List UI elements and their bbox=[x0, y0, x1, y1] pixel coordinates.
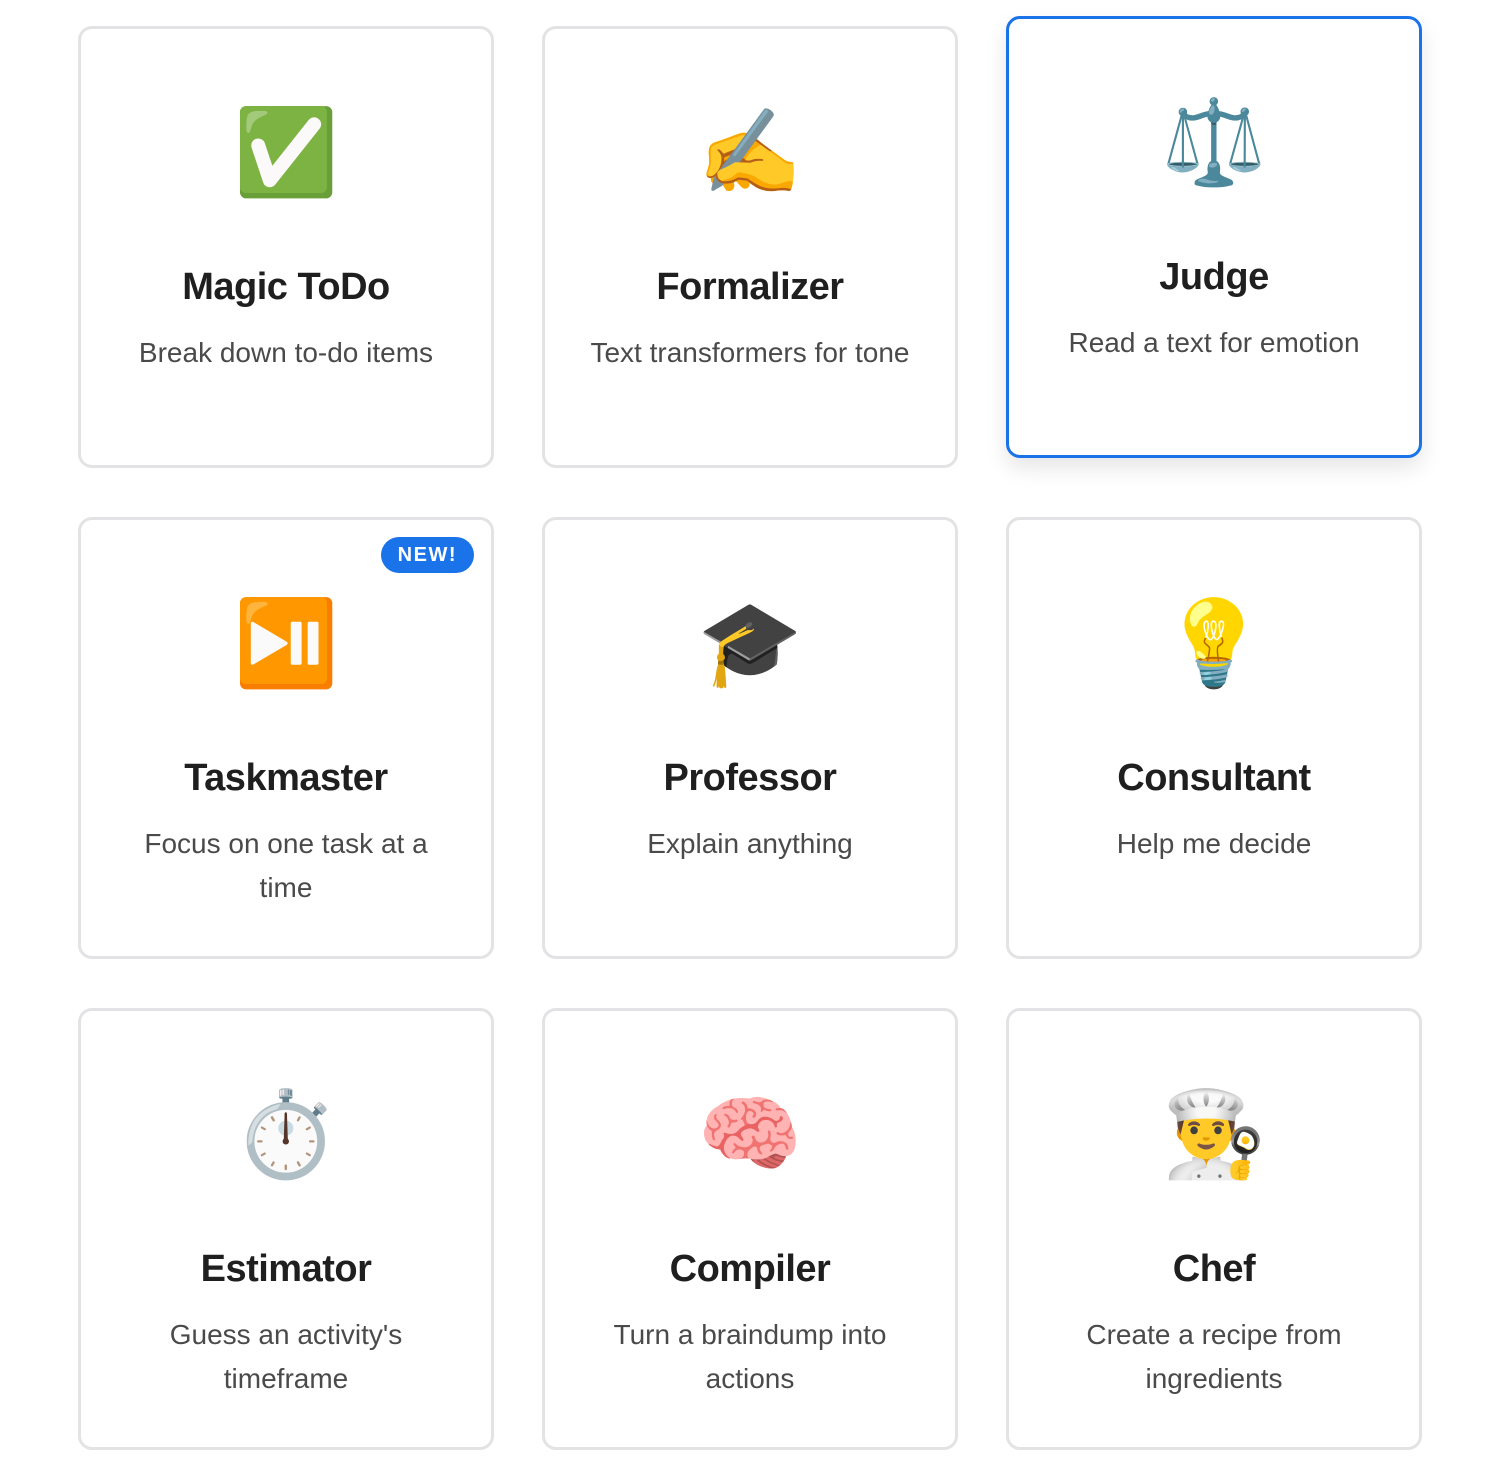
card-title: Consultant bbox=[1117, 757, 1311, 799]
graduation-cap-icon: 🎓 bbox=[697, 596, 803, 690]
card-title: Magic ToDo bbox=[182, 266, 390, 308]
card-title: Estimator bbox=[200, 1248, 372, 1290]
chef-icon: 👨‍🍳 bbox=[1161, 1087, 1267, 1181]
card-title: Compiler bbox=[669, 1248, 831, 1290]
card-description: Break down to-do items bbox=[138, 337, 434, 368]
card-description: Create a recipe from ingredients bbox=[1086, 1319, 1342, 1394]
stopwatch-icon: ⏱️ bbox=[233, 1087, 339, 1181]
card-description: Text transformers for tone bbox=[590, 337, 910, 368]
play-pause-icon: ⏯️ bbox=[233, 596, 339, 690]
card-description: Turn a braindump into actions bbox=[613, 1319, 887, 1394]
card-title: Chef bbox=[1172, 1248, 1256, 1290]
tool-card-formalizer[interactable]: ✍️ Formalizer Text transformers for tone bbox=[542, 26, 958, 468]
card-title: Judge bbox=[1159, 256, 1269, 298]
card-description: Help me decide bbox=[1116, 828, 1312, 859]
tool-grid: ✅ Magic ToDo Break down to-do items ✍️ F… bbox=[78, 16, 1422, 1450]
writing-hand-icon: ✍️ bbox=[697, 105, 803, 199]
tool-card-professor[interactable]: 🎓 Professor Explain anything bbox=[542, 517, 958, 959]
tool-card-consultant[interactable]: 💡 Consultant Help me decide bbox=[1006, 517, 1422, 959]
tool-card-taskmaster[interactable]: NEW! ⏯️ Taskmaster Focus on one task at … bbox=[78, 517, 494, 959]
card-title: Taskmaster bbox=[184, 757, 388, 799]
brain-icon: 🧠 bbox=[697, 1087, 803, 1181]
card-title: Professor bbox=[663, 757, 837, 799]
tool-card-chef[interactable]: 👨‍🍳 Chef Create a recipe from ingredient… bbox=[1006, 1008, 1422, 1450]
tool-card-compiler[interactable]: 🧠 Compiler Turn a braindump into actions bbox=[542, 1008, 958, 1450]
check-mark-button-icon: ✅ bbox=[233, 105, 339, 199]
tool-card-judge[interactable]: ⚖️ Judge Read a text for emotion bbox=[1006, 16, 1422, 458]
tool-card-estimator[interactable]: ⏱️ Estimator Guess an activity's timefra… bbox=[78, 1008, 494, 1450]
card-description: Focus on one task at a time bbox=[144, 828, 428, 903]
card-title: Formalizer bbox=[656, 266, 844, 308]
new-badge: NEW! bbox=[380, 537, 474, 573]
balance-scale-icon: ⚖️ bbox=[1161, 95, 1267, 189]
light-bulb-icon: 💡 bbox=[1161, 596, 1267, 690]
card-description: Read a text for emotion bbox=[1068, 327, 1360, 358]
tool-card-magic-todo[interactable]: ✅ Magic ToDo Break down to-do items bbox=[78, 26, 494, 468]
card-description: Guess an activity's timeframe bbox=[169, 1319, 403, 1394]
card-description: Explain anything bbox=[647, 828, 853, 859]
